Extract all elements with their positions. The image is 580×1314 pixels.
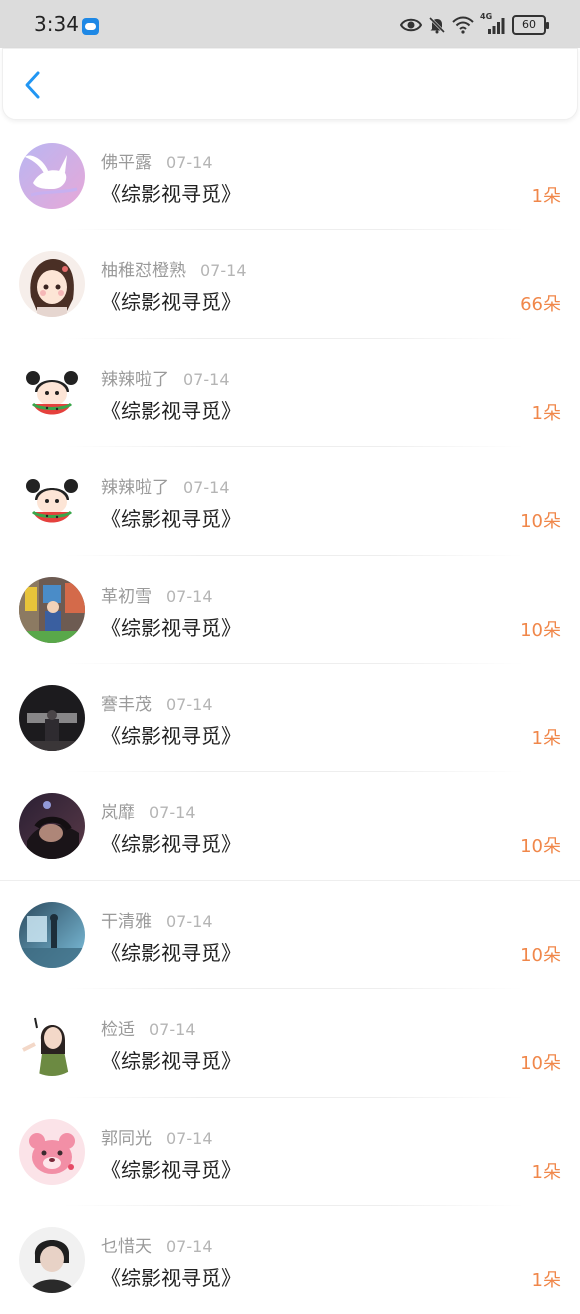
gift-amount: 10朵 [520,511,561,533]
status-bar: 3:34 4G 60 [0,0,580,48]
user-name: 岚靡 [101,803,135,824]
record-date: 07-14 [149,803,196,823]
avatar [19,1010,85,1077]
avatar [19,901,85,968]
book-title: 《综影视寻觅》 [101,1049,241,1074]
record-date: 07-14 [200,261,247,281]
record-date: 07-14 [166,694,213,714]
record-date: 07-14 [166,1128,213,1148]
gift-record-list: 佛平露 07-14 《综影视寻觅》 1朵 柚稚怼橙熟 07-14 《综影视寻觅》 6… [0,122,580,1314]
gift-amount: 1朵 [531,186,561,207]
list-item[interactable]: 辣辣啦了 07-14 《综影视寻觅》 10朵 [0,447,580,556]
app-badge-icon [82,18,99,35]
gift-amount: 10朵 [520,1053,561,1075]
user-name: 乜惜天 [101,1236,152,1257]
record-date: 07-14 [166,586,213,606]
avatar [19,143,85,209]
list-item[interactable]: 干清雅 07-14 《综影视寻觅》 10朵 [0,881,580,990]
back-button[interactable] [17,69,49,101]
user-name: 辣辣啦了 [101,369,169,390]
user-name: 检适 [101,1020,135,1041]
avatar [19,468,85,535]
book-title: 《综影视寻觅》 [101,398,241,423]
chevron-left-icon [25,71,40,99]
avatar [19,1226,85,1293]
book-title: 《综影视寻觅》 [101,832,241,857]
book-title: 《综影视寻觅》 [101,507,241,532]
book-title: 《综影视寻觅》 [101,182,241,206]
list-item[interactable]: 佛平露 07-14 《综影视寻觅》 1朵 [0,122,580,231]
user-name: 革初雪 [101,586,152,607]
book-title: 《综影视寻觅》 [101,615,241,640]
book-title: 《综影视寻觅》 [101,290,241,315]
nav-bar [2,48,578,120]
gift-amount: 1朵 [531,1269,561,1291]
book-title: 《综影视寻觅》 [101,940,241,965]
gift-amount: 1朵 [531,402,561,424]
book-title: 《综影视寻觅》 [101,723,241,748]
record-date: 07-14 [149,1020,196,1040]
list-item[interactable]: 乜惜天 07-14 《综影视寻觅》 1朵 [0,1206,580,1314]
list-item[interactable]: 革初雪 07-14 《综影视寻觅》 10朵 [0,556,580,664]
signal-icon: 4G [480,12,506,35]
list-item[interactable]: 岚靡 07-14 《综影视寻觅》 10朵 [0,772,580,881]
status-icons: 4G 60 [400,12,549,36]
book-title: 《综影视寻觅》 [101,1157,241,1182]
avatar [19,1118,85,1185]
gift-amount: 1朵 [531,1161,561,1183]
gift-amount: 1朵 [531,727,561,749]
avatar [19,576,85,643]
avatar [19,251,85,318]
avatar [19,793,85,860]
gift-amount: 10朵 [520,619,561,641]
record-date: 07-14 [166,1236,213,1256]
record-date: 07-14 [183,478,230,498]
user-name: 佛平露 [101,153,152,173]
wifi-icon [452,16,474,34]
gift-amount: 10朵 [520,836,561,858]
user-name: 柚稚怼橙熟 [101,261,186,282]
record-date: 07-14 [166,911,213,931]
avatar [19,359,85,426]
list-item[interactable]: 郭同光 07-14 《综影视寻觅》 1朵 [0,1098,580,1206]
avatar [19,684,85,751]
record-date: 07-14 [183,369,230,389]
record-date: 07-14 [166,153,213,172]
list-item[interactable]: 柚稚怼橙熟 07-14 《综影视寻觅》 66朵 [0,230,580,339]
list-item[interactable]: 謇丰茂 07-14 《综影视寻觅》 1朵 [0,664,580,773]
book-title: 《综影视寻觅》 [101,1265,241,1290]
gift-amount: 66朵 [520,294,561,316]
user-name: 辣辣啦了 [101,478,169,499]
list-item[interactable]: 辣辣啦了 07-14 《综影视寻觅》 1朵 [0,339,580,448]
user-name: 謇丰茂 [101,694,152,715]
list-item[interactable]: 检适 07-14 《综影视寻觅》 10朵 [0,989,580,1098]
user-name: 郭同光 [101,1128,152,1149]
bell-muted-icon [428,16,446,34]
user-name: 干清雅 [101,911,152,932]
status-time: 3:34 [34,12,79,36]
gift-amount: 10朵 [520,944,561,966]
battery-icon: 60 [512,15,549,35]
eye-icon [400,18,422,32]
